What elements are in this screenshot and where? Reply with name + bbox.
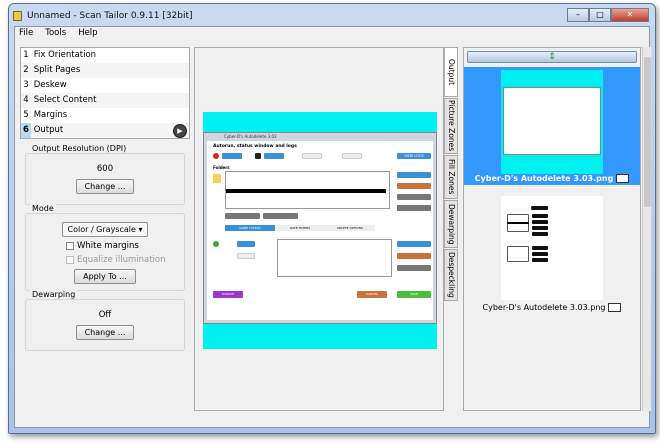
dewarping-group: Dewarping Off Change ...: [25, 290, 185, 351]
stage-deskew[interactable]: 3 Deskew: [21, 78, 189, 93]
white-margins-label: White margins: [77, 241, 139, 251]
window-title: Unnamed - Scan Tailor 0.9.11 [32bit]: [27, 11, 193, 21]
menu-file[interactable]: File: [19, 27, 33, 39]
stage-number: 2: [23, 65, 29, 75]
maximize-button[interactable]: □: [589, 8, 611, 22]
preview-donate: DONATE: [213, 291, 243, 298]
stage-margins[interactable]: 5 Margins: [21, 108, 189, 123]
main-window: Unnamed - Scan Tailor 0.9.11 [32bit] – □…: [8, 3, 656, 434]
mode-group: Mode Color / Grayscale ▾ White margins E…: [25, 204, 185, 291]
close-button[interactable]: ✕: [611, 8, 649, 22]
thumbnail-panel: ⇕ Cyber-D's Autodelete 3.03.png Cyber-D'…: [463, 47, 641, 411]
tab-fill-zones[interactable]: Fill Zones: [444, 155, 458, 199]
thumbnail-caption-2: Cyber-D's Autodelete 3.03.png: [482, 303, 606, 312]
app-icon: [13, 11, 22, 21]
tab-despeckling[interactable]: Despeckling: [444, 249, 458, 301]
preview-heading: Autorun, status window and logs: [213, 144, 297, 149]
page-pair-icon: [616, 174, 630, 183]
page-pair-icon: [608, 303, 622, 312]
stage-label: Fix Orientation: [33, 50, 97, 60]
menu-bar: File Tools Help: [15, 27, 649, 39]
dewarping-label: Dewarping: [30, 290, 78, 299]
mode-label: Mode: [30, 204, 56, 213]
preview-title: Cyber-D's Autodelete 3.03: [224, 134, 277, 139]
dpi-value: 600: [96, 164, 114, 174]
mode-select[interactable]: Color / Grayscale ▾: [61, 222, 149, 237]
stage-number: 4: [23, 95, 29, 105]
stage-number: 6: [21, 123, 31, 138]
tab-output[interactable]: Output: [444, 47, 458, 97]
thumbnail-caption: Cyber-D's Autodelete 3.03.png: [474, 174, 614, 183]
output-resolution-group: Output Resolution (DPI) 600 Change ...: [25, 144, 185, 205]
cyan-margin-top: [203, 112, 437, 132]
thumbnail-selected[interactable]: Cyber-D's Autodelete 3.03.png: [464, 67, 640, 185]
preview-folders: Folders: [213, 165, 230, 170]
thumbnail-scrollbar[interactable]: [642, 47, 651, 411]
minimize-button[interactable]: –: [567, 8, 589, 22]
preview-view-logs: VIEW LOGS: [397, 153, 431, 159]
image-view[interactable]: Cyber-D's Autodelete 3.03 Autorun, statu…: [194, 47, 444, 411]
change-dewarping-button[interactable]: Change ...: [75, 325, 135, 340]
collapse-thumbnails-button[interactable]: ⇕: [467, 51, 637, 63]
tab-picture-zones[interactable]: Picture Zones: [444, 98, 458, 154]
dewarping-value: Off: [98, 310, 112, 320]
stage-label: Select Content: [33, 95, 97, 105]
white-margins-checkbox[interactable]: White margins: [66, 241, 184, 251]
stage-number: 5: [23, 110, 29, 120]
menu-help[interactable]: Help: [78, 27, 97, 39]
stage-label: Split Pages: [33, 65, 81, 75]
cyan-margin-bottom: [203, 324, 437, 349]
menu-tools[interactable]: Tools: [45, 27, 66, 39]
stage-number: 1: [23, 50, 29, 60]
preview-tab: DATE FILTERS: [275, 225, 325, 231]
stage-label: Margins: [33, 110, 68, 120]
tab-dewarping[interactable]: Dewarping: [444, 200, 458, 248]
thumbnail-image-2[interactable]: [501, 196, 603, 300]
stage-label: Output: [33, 125, 64, 135]
apply-to-button[interactable]: Apply To ...: [74, 269, 136, 284]
preview-tab: DELETE OPTIONS: [325, 225, 375, 231]
stage-number: 3: [23, 80, 29, 90]
equalize-illumination-checkbox[interactable]: Equalize illumination: [66, 255, 184, 265]
stage-output[interactable]: 6 Output: [21, 123, 189, 138]
scrollbar-thumb[interactable]: [644, 57, 651, 207]
stage-fix-orientation[interactable]: 1 Fix Orientation: [21, 48, 189, 63]
stage-label: Deskew: [33, 80, 67, 90]
stages-list: 1 Fix Orientation 2 Split Pages 3 Deskew…: [20, 47, 190, 139]
options-tabs: Output Picture Zones Fill Zones Dewarpin…: [444, 47, 458, 302]
stage-select-content[interactable]: 4 Select Content: [21, 93, 189, 108]
output-resolution-label: Output Resolution (DPI): [30, 144, 129, 153]
client-area: File Tools Help 1 Fix Orientation 2 Spli…: [14, 26, 651, 428]
play-batch-button[interactable]: ▶: [173, 124, 187, 138]
stage-split-pages[interactable]: 2 Split Pages: [21, 63, 189, 78]
preview-cancel: CANCEL: [357, 291, 387, 298]
page-image: Cyber-D's Autodelete 3.03 Autorun, statu…: [203, 132, 437, 324]
equalize-label: Equalize illumination: [77, 255, 166, 265]
change-dpi-button[interactable]: Change ...: [75, 179, 135, 194]
preview-tab: NAME FILTERS: [225, 225, 275, 231]
preview-save: SAVE: [397, 291, 431, 298]
mode-selected: Color / Grayscale: [67, 225, 136, 234]
thumbnail-image: [501, 70, 603, 174]
